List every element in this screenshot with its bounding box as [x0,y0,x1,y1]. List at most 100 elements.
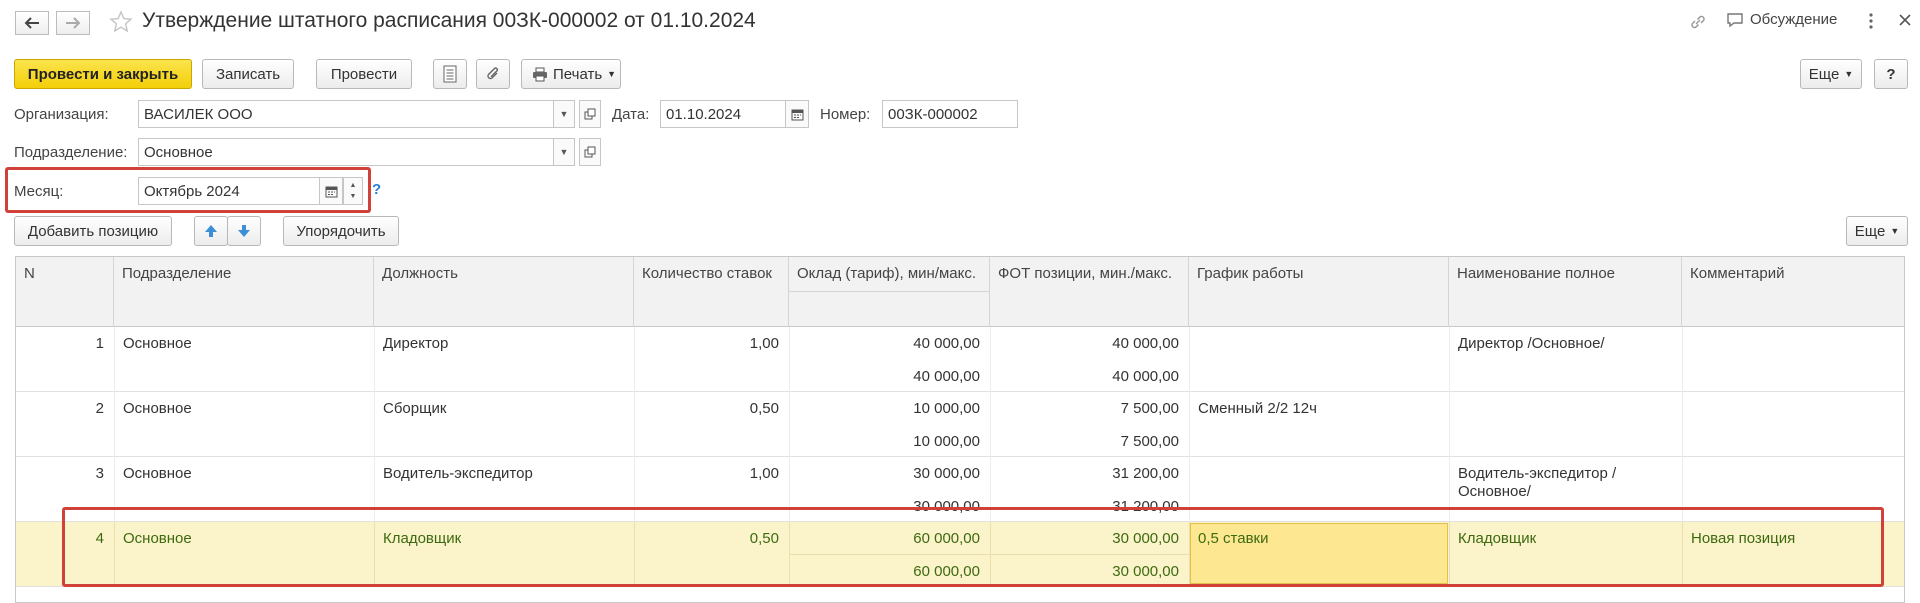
cell-rates: 0,50 [749,530,779,547]
open-window-icon [584,146,596,158]
cell-rates: 0,50 [749,400,779,417]
col-position[interactable]: Должность [374,257,634,327]
sort-button[interactable]: Упорядочить [283,216,399,246]
table-row[interactable]: 2 Основное Сборщик 0,50 10 000,00 10 000… [16,392,1904,457]
cell-salary-max: 40 000,00 [913,368,980,385]
cell-dept: Основное [123,400,192,417]
printer-icon [532,67,548,82]
cell-dept: Основное [123,335,192,352]
cell-n: 3 [95,465,104,482]
save-button[interactable]: Записать [202,59,294,89]
table-row[interactable]: 1 Основное Директор 1,00 40 000,00 40 00… [16,327,1904,392]
cell-full-name: Директор /Основное/ [1458,335,1605,352]
cell-full-name: Водитель-экспедитор / [1458,465,1617,482]
dropdown-arrow-icon: ▼ [607,69,617,79]
dept-label: Подразделение: [14,144,128,161]
col-n[interactable]: N [16,257,114,327]
col-salary[interactable]: Оклад (тариф), мин/макс. [789,257,990,292]
page-title: Утверждение штатного расписания 00ЗК-000… [142,9,756,32]
arrow-up-icon [204,224,218,238]
cell-n: 2 [95,400,104,417]
cell-fot-min: 30 000,00 [1112,530,1179,547]
cell-rates: 1,00 [749,465,779,482]
cell-fot-max: 40 000,00 [1112,368,1179,385]
cell-fot-max: 30 000,00 [1112,563,1179,580]
org-label: Организация: [14,106,109,123]
col-fot[interactable]: ФОТ позиции, мин./макс. [990,257,1189,327]
date-calendar-button[interactable] [785,100,809,128]
dropdown-arrow-icon: ▼ [559,109,569,119]
close-icon[interactable] [1898,13,1912,27]
col-schedule[interactable]: График работы [1189,257,1449,327]
attach-button[interactable] [476,59,510,89]
month-help-link[interactable]: ? [372,181,381,198]
more-vertical-icon[interactable] [1868,12,1874,30]
chat-icon [1726,12,1744,28]
col-full-name[interactable]: Наименование полное [1449,257,1682,327]
post-button[interactable]: Провести [316,59,412,89]
spin-up-icon[interactable]: ▲ [350,180,357,191]
cell-position: Водитель-экспедитор [383,465,533,482]
print-button[interactable]: Печать ▼ [521,59,621,89]
table-row-selected[interactable]: 4 Основное Кладовщик 0,50 60 000,00 60 0… [16,522,1904,587]
discussion-button[interactable]: Обсуждение [1726,11,1837,28]
add-position-button[interactable]: Добавить позицию [14,216,172,246]
cell-fot-max: 31 200,00 [1112,498,1179,515]
more-label: Еще [1808,65,1840,83]
dept-field[interactable]: Основное [138,138,554,166]
cell-rates: 1,00 [749,335,779,352]
cell-position: Кладовщик [383,530,462,547]
month-label: Месяц: [14,183,64,200]
cell-salary-max: 10 000,00 [913,433,980,450]
org-dropdown-button[interactable]: ▼ [553,100,575,128]
star-icon[interactable] [109,10,133,34]
dept-dropdown-button[interactable]: ▼ [553,138,575,166]
cell-comment: Новая позиция [1691,530,1796,547]
cell-position: Сборщик [383,400,447,417]
col-dept[interactable]: Подразделение [114,257,374,327]
cell-salary-min: 10 000,00 [913,400,980,417]
col-rates[interactable]: Количество ставок [634,257,789,327]
cell-schedule: 0,5 ставки [1198,530,1269,547]
move-down-button[interactable] [227,216,261,246]
forward-button[interactable] [56,11,90,35]
dropdown-arrow-icon: ▼ [559,147,569,157]
cell-salary-min: 60 000,00 [913,530,980,547]
org-open-button[interactable] [579,100,601,128]
back-button[interactable] [15,11,49,35]
col-comment[interactable]: Комментарий [1682,257,1904,327]
move-up-button[interactable] [194,216,228,246]
month-field[interactable]: Октябрь 2024 [138,177,320,205]
date-field[interactable]: 01.10.2024 [660,100,786,128]
month-spinner[interactable]: ▲ ▼ [343,177,363,205]
cell-fot-min: 40 000,00 [1112,335,1179,352]
table-more-button[interactable]: Еще ▼ [1846,216,1908,246]
spin-down-icon[interactable]: ▼ [350,191,357,202]
table-header: N Подразделение Должность Количество ста… [16,257,1904,327]
org-field[interactable]: ВАСИЛЕК ООО [138,100,554,128]
cell-dept: Основное [123,530,192,547]
cell-full-name: Кладовщик [1458,530,1537,547]
post-and-close-button[interactable]: Провести и закрыть [14,59,192,89]
cell-fot-min: 7 500,00 [1120,400,1179,417]
cell-position: Директор [383,335,449,352]
dropdown-arrow-icon: ▼ [1844,69,1854,79]
col-salary-max[interactable] [789,292,990,327]
cell-full-name-line2: Основное/ [1458,483,1531,500]
calendar-icon [791,108,804,121]
report-button[interactable] [433,59,467,89]
calendar-icon [325,185,338,198]
link-icon[interactable] [1688,12,1708,32]
cell-fot-min: 31 200,00 [1112,465,1179,482]
more-button[interactable]: Еще ▼ [1800,59,1862,89]
cell-n: 1 [95,335,104,352]
dept-open-button[interactable] [579,138,601,166]
help-button[interactable]: ? [1874,59,1908,89]
number-field[interactable]: 00ЗК-000002 [882,100,1018,128]
paperclip-icon [485,66,501,82]
arrow-down-icon [237,224,251,238]
staff-table[interactable]: N Подразделение Должность Количество ста… [15,256,1905,603]
month-calendar-button[interactable] [319,177,343,205]
table-row[interactable]: 3 Основное Водитель-экспедитор 1,00 30 0… [16,457,1904,522]
arrow-left-icon [24,17,40,29]
